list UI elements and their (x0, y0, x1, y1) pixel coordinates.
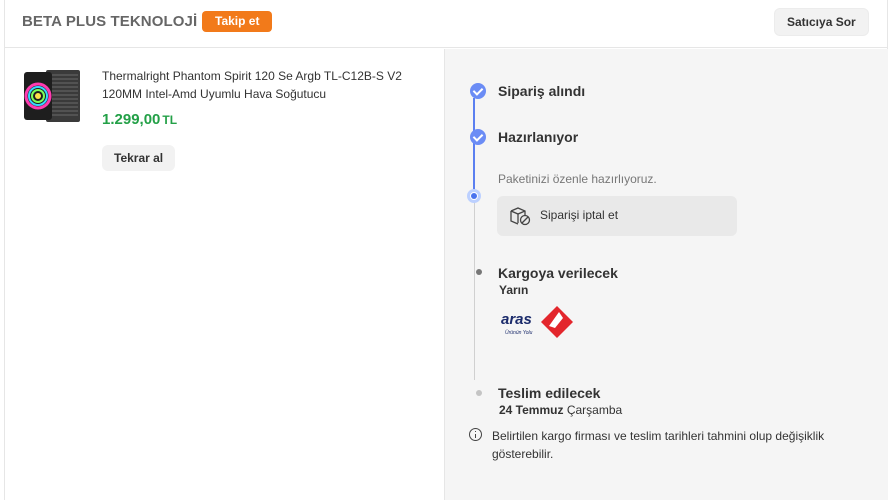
timeline-pending-line (474, 200, 475, 380)
cpu-cooler-image[interactable] (22, 66, 84, 126)
carrier-tagline: Ürünün Yolu (505, 329, 533, 336)
step-done-check-icon (470, 129, 486, 145)
product-title[interactable]: Thermalright Phantom Spirit 120 Se Argb … (102, 67, 422, 103)
reorder-button[interactable]: Tekrar al (102, 145, 176, 171)
follow-button[interactable]: Takip et (202, 11, 273, 32)
step-pending-dot-icon (476, 269, 482, 275)
price-currency: TL (162, 113, 178, 127)
seller-name[interactable]: BETA PLUS TEKNOLOJİ (22, 13, 197, 30)
preparing-note: Paketinizi özenle hazırlıyoruz. (498, 172, 657, 186)
info-icon (469, 428, 482, 441)
step-to-be-shipped: Kargoya verilecek (498, 265, 618, 281)
cancel-order-button[interactable]: Siparişi iptal et (497, 196, 737, 236)
package-cancel-icon (510, 207, 531, 226)
delivery-date: 24 Temmuz Çarşamba (499, 403, 622, 417)
shipping-day: Yarın (499, 283, 529, 297)
step-preparing: Hazırlanıyor (498, 129, 579, 145)
step-order-received: Sipariş alındı (498, 83, 586, 99)
delivery-date-bold: 24 Temmuz (499, 403, 564, 417)
price-value: 1.299,00 (102, 111, 161, 128)
step-pending-dot-icon (476, 390, 482, 396)
current-step-indicator-icon (467, 189, 481, 203)
ask-seller-button[interactable]: Satıcıya Sor (774, 8, 869, 36)
product-price: 1.299,00 TL (102, 111, 177, 128)
step-delivery: Teslim edilecek (498, 385, 601, 401)
delivery-weekday: Çarşamba (566, 403, 623, 417)
seller-header: BETA PLUS TEKNOLOJİ Takip et Satıcıya So… (5, 0, 888, 48)
step-done-check-icon (470, 83, 486, 99)
cancel-order-label: Siparişi iptal et (540, 208, 619, 222)
product-section: Thermalright Phantom Spirit 120 Se Argb … (5, 49, 444, 500)
carrier-name: aras (501, 311, 532, 328)
order-card: BETA PLUS TEKNOLOJİ Takip et Satıcıya So… (4, 0, 888, 500)
delivery-disclaimer: Belirtilen kargo firması ve teslim tarih… (492, 429, 825, 461)
timeline-progress-line (473, 98, 475, 194)
aras-cargo-logo: aras Ürünün Yolu (501, 306, 573, 338)
